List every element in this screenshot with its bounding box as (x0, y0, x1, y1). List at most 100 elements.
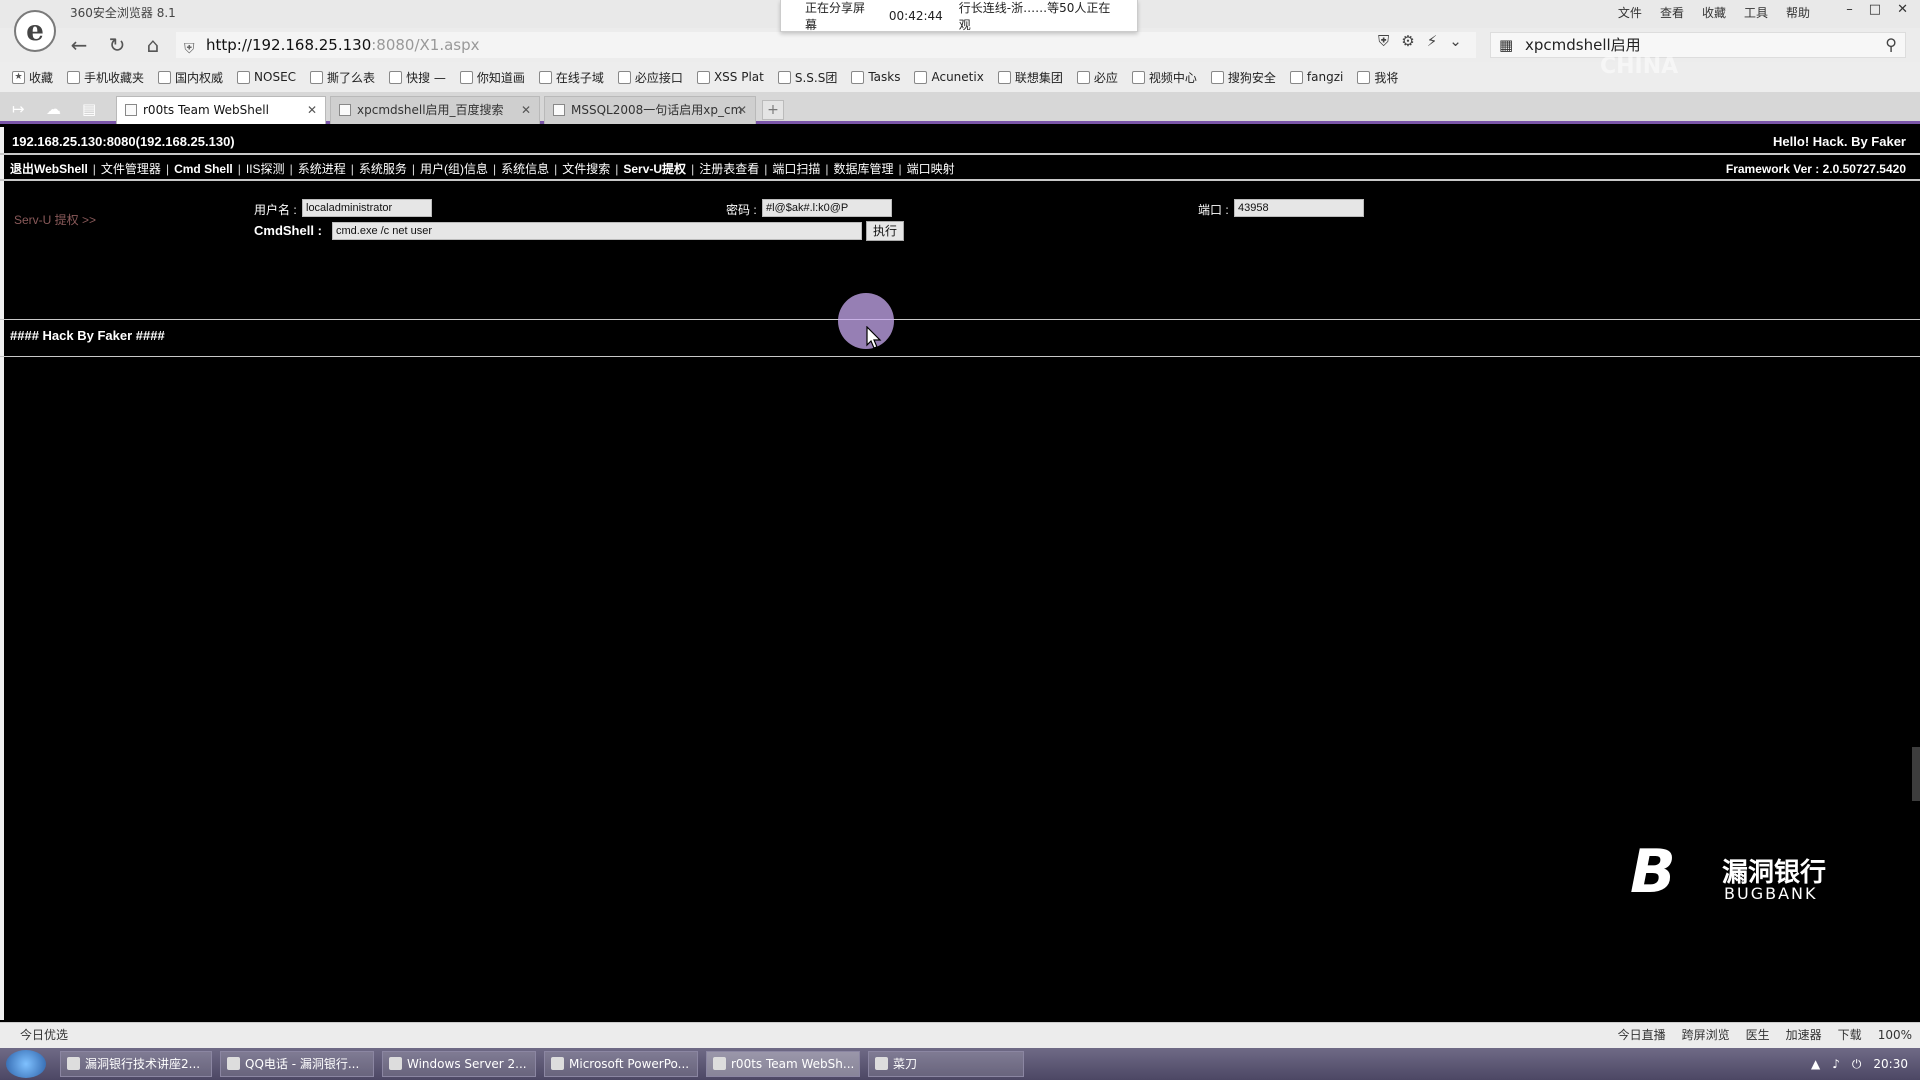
task-item[interactable]: 菜刀 (868, 1051, 1024, 1077)
start-button[interactable] (6, 1050, 46, 1078)
mouse-cursor-icon (866, 326, 882, 349)
chevron-down-icon[interactable]: ⌄ (1449, 32, 1462, 50)
menu-cmd-shell[interactable]: Cmd Shell (174, 159, 233, 179)
tab-webshell[interactable]: r00ts Team WebShell ✕ (116, 96, 326, 124)
bookmark-item[interactable]: 联想集团 (997, 69, 1063, 86)
close-tab-icon[interactable]: ✕ (737, 97, 747, 123)
window-icon (389, 1057, 402, 1070)
today-picks[interactable]: 今日优选 (20, 1023, 68, 1047)
security-shield-icon[interactable]: ⛨ (1378, 32, 1389, 50)
doctor-button[interactable]: 医生 (1746, 1023, 1770, 1047)
menu-file[interactable]: 文件 (1618, 4, 1642, 21)
bookmark-item[interactable]: 视频中心 (1131, 69, 1197, 86)
port-field[interactable]: 43958 (1234, 199, 1364, 217)
menu-port-mapping[interactable]: 端口映射 (907, 159, 955, 179)
bookmark-item[interactable]: 手机收藏夹 (67, 69, 144, 86)
cmdshell-input[interactable]: cmd.exe /c net user (332, 222, 862, 240)
zoom-level[interactable]: 100% (1878, 1023, 1912, 1047)
close-tab-icon[interactable]: ✕ (307, 97, 317, 123)
network-icon[interactable]: ▲ (1811, 1057, 1820, 1071)
bookmark-item[interactable]: 我将 (1357, 69, 1398, 86)
bookmark-item[interactable]: 撕了么表 (310, 69, 375, 86)
bugbank-b-icon: B (1630, 837, 1676, 907)
refresh-icon[interactable]: ↻ (104, 32, 130, 58)
trash-icon[interactable]: ▤ (82, 100, 96, 118)
task-item[interactable]: Microsoft PowerPo... (544, 1051, 698, 1077)
maximize-icon[interactable]: □ (1869, 2, 1881, 17)
scrollbar-thumb[interactable] (1912, 747, 1920, 801)
menu-user-groups[interactable]: 用户(组)信息 (420, 159, 488, 179)
new-tab-button[interactable]: + (762, 100, 784, 120)
url-path: :8080/X1.aspx (371, 36, 480, 54)
url-host: http://192.168.25.130 (206, 36, 372, 54)
bookmark-item[interactable]: ★ 收藏 (12, 69, 53, 86)
menu-servu-privesc[interactable]: Serv-U提权 (623, 159, 686, 179)
volume-icon[interactable]: ♪ (1832, 1057, 1840, 1071)
bookmark-item[interactable]: 国内权威 (158, 69, 223, 86)
bookmark-item[interactable]: 搜狗安全 (1210, 69, 1276, 86)
tab-baidu-search[interactable]: xpcmdshell启用_百度搜索 ✕ (330, 96, 540, 124)
password-label: 密码 : (726, 203, 757, 217)
bookmark-item[interactable]: NOSEC (237, 70, 296, 84)
search-input[interactable]: ▦ xpcmdshell启用 ⚲ (1490, 32, 1906, 58)
home-icon[interactable]: ⌂ (140, 32, 166, 58)
search-engine-icon[interactable]: ▦ (1499, 33, 1513, 57)
close-tab-icon[interactable]: ✕ (521, 97, 531, 123)
bookmark-item[interactable]: 必应接口 (617, 69, 683, 86)
menu-favorites[interactable]: 收藏 (1702, 4, 1726, 21)
clock[interactable]: 20:30 (1873, 1057, 1908, 1071)
address-bar[interactable]: ⛨ http://192.168.25.130:8080/X1.aspx (176, 32, 1476, 58)
menu-database[interactable]: 数据库管理 (833, 159, 893, 179)
download-button[interactable]: 下载 (1838, 1023, 1862, 1047)
close-icon[interactable]: ✕ (1897, 2, 1908, 17)
settings-icon[interactable]: ⚙ (1401, 32, 1414, 50)
live-button[interactable]: 今日直播 (1618, 1023, 1666, 1047)
share-elapsed: 00:42:44 (888, 8, 943, 23)
shield-icon: ⛨ (184, 41, 195, 57)
sidebar-toggle-icon[interactable]: ↦ (12, 100, 25, 118)
menu-file-manager[interactable]: 文件管理器 (101, 159, 161, 179)
menu-separator: | (898, 162, 902, 176)
bookmark-item[interactable]: S.S.S团 (777, 69, 837, 86)
menu-system-info[interactable]: 系统信息 (501, 159, 549, 179)
menu-services[interactable]: 系统服务 (359, 159, 407, 179)
task-item[interactable]: Windows Server 2... (382, 1051, 536, 1077)
watermark-logo-icon: CHINA (1600, 54, 1679, 79)
tab-mssql[interactable]: MSSQL2008一句话启用xp_cm ✕ (544, 96, 756, 124)
bookmark-item[interactable]: 快搜 — (389, 69, 446, 86)
bookmark-item[interactable]: 必应 (1076, 69, 1118, 86)
bookmark-item[interactable]: XSS Plat (696, 70, 764, 84)
search-icon[interactable]: ⚲ (1885, 33, 1897, 57)
password-field[interactable]: #l@$ak#.l:k0@P (762, 199, 892, 217)
minimize-icon[interactable]: – (1846, 2, 1853, 17)
menu-exit-webshell[interactable]: 退出WebShell (10, 159, 88, 179)
bookmark-item[interactable]: fangzi (1289, 70, 1343, 84)
menu-view[interactable]: 查看 (1660, 4, 1684, 21)
share-viewers: 行长连线-浙……等50人正在观 (958, 0, 1111, 32)
power-icon[interactable]: ⏻ (1852, 1057, 1862, 1072)
menu-iis-probe[interactable]: IIS探测 (246, 159, 285, 179)
username-field[interactable]: localadministrator (302, 199, 432, 217)
cloud-icon[interactable]: ☁ (46, 100, 61, 118)
page-icon (310, 70, 324, 84)
bookmark-item[interactable]: 在线子域 (538, 69, 604, 86)
task-item-active[interactable]: r00ts Team WebSh... (706, 1051, 860, 1077)
lightning-icon[interactable]: ⚡ (1427, 32, 1438, 50)
accelerator-button[interactable]: 加速器 (1786, 1023, 1822, 1047)
menu-registry[interactable]: 注册表查看 (699, 159, 759, 179)
cross-screen-button[interactable]: 跨屏浏览 (1682, 1023, 1730, 1047)
bookmark-item[interactable]: Acunetix (914, 70, 984, 84)
menu-file-search[interactable]: 文件搜索 (562, 159, 610, 179)
menu-port-scan[interactable]: 端口扫描 (772, 159, 820, 179)
menu-help[interactable]: 帮助 (1786, 4, 1810, 21)
execute-button[interactable]: 执行 (866, 221, 904, 241)
menu-processes[interactable]: 系统进程 (298, 159, 346, 179)
bookmark-item[interactable]: Tasks (851, 70, 900, 84)
menu-tools[interactable]: 工具 (1744, 4, 1768, 21)
back-icon[interactable]: ← (66, 32, 92, 58)
task-item[interactable]: 漏洞银行技术讲座2... (60, 1051, 212, 1077)
bookmark-item[interactable]: 你知道画 (459, 69, 525, 86)
framework-version: Framework Ver : 2.0.50727.5420 (1725, 162, 1906, 176)
task-item[interactable]: QQ电话 - 漏洞银行... (220, 1051, 374, 1077)
page-icon (997, 70, 1011, 84)
